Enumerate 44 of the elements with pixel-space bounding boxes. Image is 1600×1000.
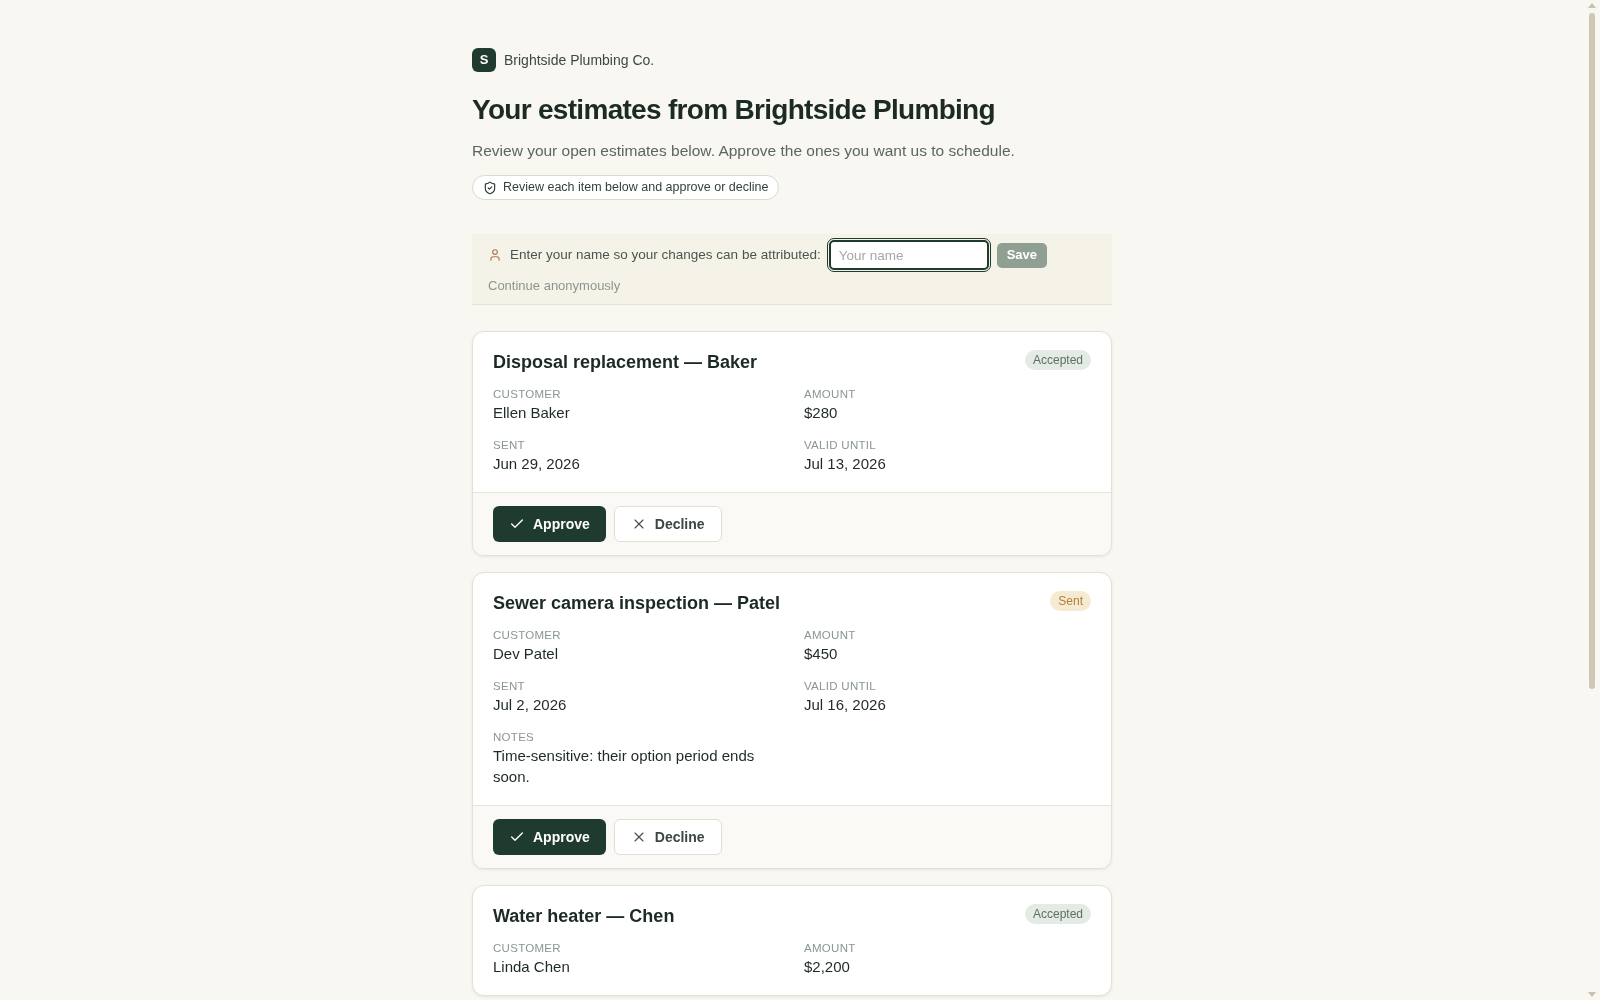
- name-input[interactable]: Your name: [828, 240, 989, 270]
- scroll-up-icon[interactable]: [1588, 3, 1596, 8]
- field-value: Dev Patel: [493, 644, 560, 664]
- field-label: SENT: [493, 438, 526, 453]
- field-value: $2,200: [804, 957, 851, 977]
- approve-button[interactable]: Approve: [493, 506, 606, 542]
- person-icon: [488, 248, 502, 262]
- field-value: $450: [804, 644, 839, 664]
- field-label: CUSTOMER: [493, 941, 562, 956]
- page-subheading: Review your open estimates below. Approve the ones you want us to schedule.: [472, 141, 1016, 161]
- estimate-title: Water heater — Chen: [493, 905, 675, 928]
- approve-button[interactable]: Approve: [493, 819, 606, 855]
- field-value: Time-sensitive: their option period ends soon.: [493, 746, 756, 787]
- field-value: $280: [804, 403, 839, 423]
- field-label: CUSTOMER: [493, 387, 562, 402]
- field-label: AMOUNT: [804, 941, 857, 956]
- brand-name: Brightside Plumbing Co.: [504, 50, 655, 70]
- notice-text: Review each item below and approve or decline: [503, 179, 769, 197]
- field-value: Jun 29, 2026: [493, 454, 581, 474]
- decline-button[interactable]: Decline: [613, 819, 722, 855]
- brand-logo: S: [472, 48, 496, 72]
- decline-button[interactable]: Decline: [613, 506, 722, 542]
- field-value: Jul 13, 2026: [804, 454, 887, 474]
- page-heading: Your estimates from Brightside Plumbing: [472, 93, 996, 127]
- field-value: Linda Chen: [493, 957, 571, 977]
- status-badge: Accepted: [1024, 350, 1091, 370]
- field-label: AMOUNT: [804, 387, 857, 402]
- field-value: Jul 2, 2026: [493, 695, 568, 715]
- estimate-title: Sewer camera inspection — Patel: [493, 592, 781, 615]
- shield-check-icon: [483, 180, 497, 195]
- field-label: CUSTOMER: [493, 628, 562, 643]
- name-prompt-label: Enter your name so your changes can be attributed:: [510, 245, 821, 264]
- field-label: NOTES: [493, 730, 536, 745]
- status-badge: Sent: [1050, 591, 1091, 611]
- scroll-down-icon[interactable]: [1588, 992, 1596, 997]
- field-value: Ellen Baker: [493, 403, 571, 423]
- field-label: VALID UNTIL: [804, 438, 877, 453]
- field-label: AMOUNT: [804, 628, 857, 643]
- field-label: VALID UNTIL: [804, 679, 877, 694]
- scrollbar-thumb[interactable]: [1589, 13, 1595, 689]
- status-badge: Accepted: [1024, 904, 1091, 924]
- estimate-title: Disposal replacement — Baker: [493, 351, 758, 374]
- field-value: Jul 16, 2026: [804, 695, 887, 715]
- field-label: SENT: [493, 679, 526, 694]
